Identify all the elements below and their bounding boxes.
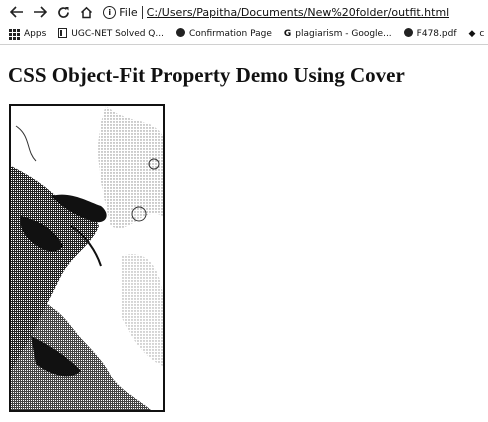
google-icon: G [283,29,292,39]
bookmark-f478[interactable]: F478.pdf [403,28,457,40]
arrow-right-icon [33,6,47,18]
object-fit-cover-image [9,104,165,412]
arrow-left-icon [9,6,23,18]
apps-grid-icon [9,28,20,40]
browser-window: i File C:/Users/Papitha/Documents/New%20… [0,0,488,422]
bookmark-label: F478.pdf [416,29,457,39]
bookmark-icon [58,27,68,41]
github-icon [175,28,185,40]
toolbar-divider [0,44,488,45]
bookmarks-bar: Apps UGC-NET Solved Q... Confirmation Pa… [0,24,488,44]
bookmark-apps[interactable]: Apps [9,28,47,40]
bookmark-label: Confirmation Page [188,29,272,39]
browser-toolbar: i File C:/Users/Papitha/Documents/New%20… [0,0,488,24]
back-button[interactable] [8,3,25,21]
bookmark-label: c [479,29,485,39]
address-bar[interactable]: i File C:/Users/Papitha/Documents/New%20… [103,3,488,21]
bookmark-plagiarism[interactable]: G plagiarism - Google... [284,29,392,39]
bookmark-label: UGC-NET Solved Q... [71,29,164,39]
reload-button[interactable] [55,3,72,21]
info-icon[interactable]: i [103,5,117,19]
diamond-icon: ◆ [468,29,476,39]
address-separator [141,5,143,19]
home-button[interactable] [78,3,95,21]
page-title: CSS Object-Fit Property Demo Using Cover [8,63,405,87]
url-text[interactable]: C:/Users/Papitha/Documents/New%20folder/… [147,6,450,19]
bookmark-c[interactable]: ◆ c [468,29,484,39]
demo-photo [11,106,163,410]
url-scheme-label: File [119,5,138,19]
bookmark-confirmation[interactable]: Confirmation Page [175,28,272,40]
reload-icon [57,6,69,18]
forward-button[interactable] [31,3,48,21]
github-icon [403,28,413,40]
home-icon [81,6,93,18]
bookmark-label: plagiarism - Google... [295,29,392,39]
bookmark-ugc-net[interactable]: UGC-NET Solved Q... [58,27,164,41]
bookmark-label: Apps [24,29,47,39]
